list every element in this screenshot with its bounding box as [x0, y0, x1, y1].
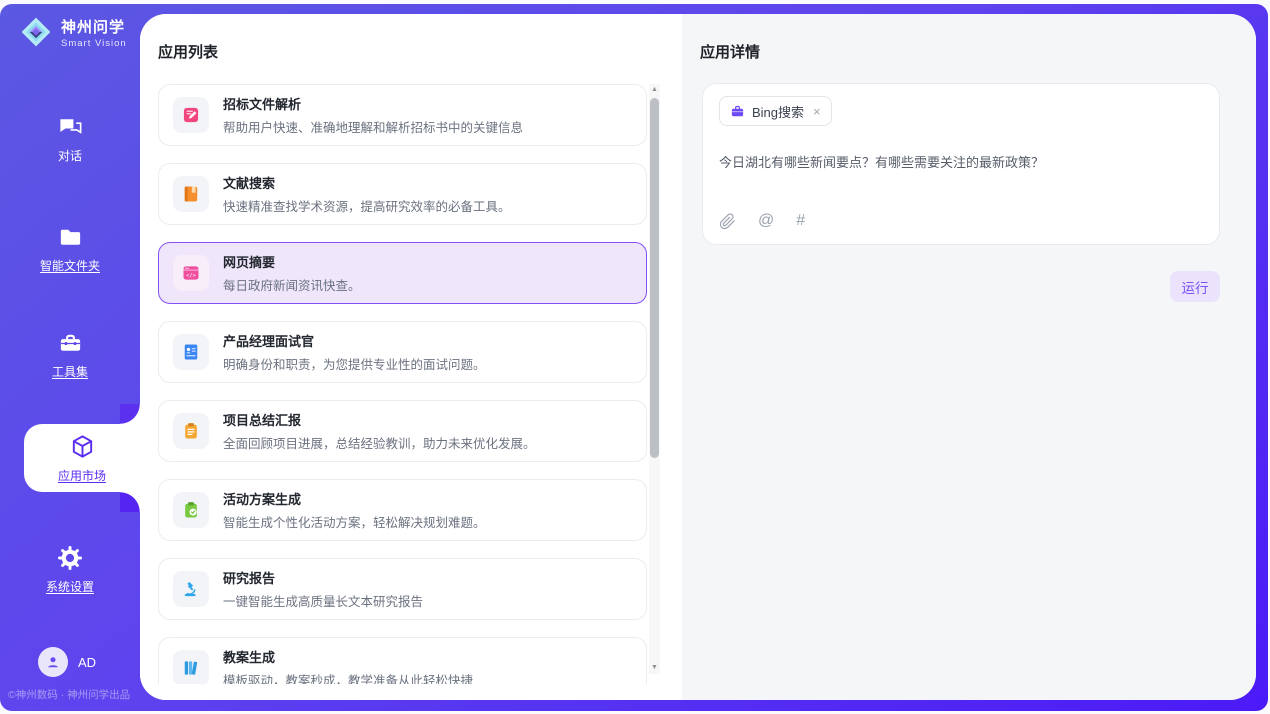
app-item-lesson-plan[interactable]: 教案生成 模板驱动，教案秒成，教学准备从此轻松快捷 — [158, 637, 647, 684]
app-name: 网页摘要 — [223, 252, 361, 271]
sidebar-item-label: 工具集 — [52, 363, 88, 380]
app-desc: 模板驱动，教案秒成，教学准备从此轻松快捷 — [223, 670, 473, 684]
brand-name: 神州问学 — [61, 16, 127, 37]
app-desc: 快速精准查找学术资源，提高研究效率的必备工具。 — [223, 196, 511, 215]
sidebar-item-label: 应用市场 — [58, 467, 106, 484]
book-icon — [173, 176, 209, 212]
app-desc: 智能生成个性化活动方案，轻松解决规划难题。 — [223, 512, 486, 531]
run-button[interactable]: 运行 — [1170, 271, 1220, 302]
prompt-toolbar: @ # — [719, 212, 1203, 232]
app-desc: 帮助用户快速、准确地理解和解析招标书中的关键信息 — [223, 117, 523, 136]
briefcase-icon — [730, 104, 745, 119]
user-account[interactable]: AD — [38, 647, 96, 677]
app-name: 活动方案生成 — [223, 489, 486, 508]
app-detail-title: 应用详情 — [700, 41, 760, 62]
scroll-up-arrow[interactable]: ▲ — [649, 84, 660, 96]
chip-close-icon[interactable]: × — [813, 104, 821, 119]
app-item-bid-doc-parse[interactable]: 招标文件解析 帮助用户快速、准确地理解和解析招标书中的关键信息 — [158, 84, 647, 146]
sidebar-item-chat[interactable]: 对话 — [0, 114, 140, 165]
gear-icon — [0, 544, 140, 572]
app-detail-panel: 应用详情 Bing搜索 × 今日湖北有哪些新闻要点？有哪些需要关注的最新政策？ — [682, 14, 1256, 700]
app-item-event-plan[interactable]: 活动方案生成 智能生成个性化活动方案，轻松解决规划难题。 — [158, 479, 647, 541]
sidebar-item-label: 智能文件夹 — [40, 257, 100, 274]
list-scrollbar[interactable]: ▲ ▼ — [649, 84, 660, 674]
scroll-thumb[interactable] — [650, 98, 659, 458]
sidebar: 神州问学 Smart Vision 对话 智能文件夹 — [0, 4, 140, 711]
app-item-pm-interviewer[interactable]: 产品经理面试官 明确身份和职责，为您提供专业性的面试问题。 — [158, 321, 647, 383]
sidebar-item-smart-folder[interactable]: 智能文件夹 — [0, 224, 140, 275]
sidebar-item-settings[interactable]: 系统设置 — [0, 544, 140, 596]
microscope-icon — [173, 571, 209, 607]
clipboard-check-icon — [173, 492, 209, 528]
folder-icon — [0, 224, 140, 251]
hash-icon[interactable]: # — [796, 212, 805, 230]
bubble-notch-top — [120, 404, 140, 424]
app-name: 项目总结汇报 — [223, 410, 536, 429]
app-name: 研究报告 — [223, 568, 423, 587]
app-item-web-summary[interactable]: </> 网页摘要 每日政府新闻资讯快查。 — [158, 242, 647, 304]
app-desc: 全面回顾项目进展，总结经验教训，助力未来优化发展。 — [223, 433, 536, 452]
sidebar-item-app-market[interactable]: 应用市场 — [24, 424, 140, 492]
person-icon — [44, 653, 62, 671]
app-name: 教案生成 — [223, 647, 473, 666]
app-item-literature-search[interactable]: 文献搜索 快速精准查找学术资源，提高研究效率的必备工具。 — [158, 163, 647, 225]
sidebar-footer: ©神州数码 · 神州问学出品 — [8, 687, 140, 702]
scroll-down-arrow[interactable]: ▼ — [649, 662, 660, 674]
toolbox-icon — [0, 330, 140, 357]
paperclip-icon[interactable] — [719, 213, 736, 230]
sidebar-item-toolset[interactable]: 工具集 — [0, 330, 140, 381]
app-desc: 一键智能生成高质量长文本研究报告 — [223, 591, 423, 610]
doc-edit-icon — [173, 97, 209, 133]
books-icon — [173, 650, 209, 684]
app-list: 招标文件解析 帮助用户快速、准确地理解和解析招标书中的关键信息 文献搜索 — [158, 84, 647, 684]
app-list-panel: 应用列表 招标文件解析 帮助用户快速、准确地理解和解析招标书中的关键信息 — [140, 14, 682, 700]
clipboard-icon — [173, 413, 209, 449]
app-name: 文献搜索 — [223, 173, 511, 192]
bubble-notch-bottom — [120, 492, 140, 512]
tool-chip-label: Bing搜索 — [752, 102, 804, 121]
user-name: AD — [78, 655, 96, 670]
app-item-project-summary[interactable]: 项目总结汇报 全面回顾项目进展，总结经验教训，助力未来优化发展。 — [158, 400, 647, 462]
main-content: 应用列表 招标文件解析 帮助用户快速、准确地理解和解析招标书中的关键信息 — [140, 14, 1256, 700]
prompt-input[interactable]: 今日湖北有哪些新闻要点？有哪些需要关注的最新政策？ — [719, 152, 1203, 171]
resume-icon — [173, 334, 209, 370]
app-desc: 每日政府新闻资讯快查。 — [223, 275, 361, 294]
avatar — [38, 647, 68, 677]
app-name: 产品经理面试官 — [223, 331, 486, 350]
mention-icon[interactable]: @ — [758, 212, 774, 230]
sidebar-item-label: 系统设置 — [46, 578, 94, 595]
brand-subtitle: Smart Vision — [61, 38, 127, 49]
browser-code-icon: </> — [173, 255, 209, 291]
sidebar-item-label: 对话 — [58, 147, 82, 164]
cube-icon — [24, 433, 140, 465]
tool-chip-bing-search[interactable]: Bing搜索 × — [719, 96, 832, 126]
prompt-card: Bing搜索 × 今日湖北有哪些新闻要点？有哪些需要关注的最新政策？ @ # — [702, 83, 1220, 245]
app-frame: 神州问学 Smart Vision 对话 智能文件夹 — [0, 4, 1268, 711]
app-item-research-report[interactable]: 研究报告 一键智能生成高质量长文本研究报告 — [158, 558, 647, 620]
brand-logo: 神州问学 Smart Vision — [18, 14, 127, 50]
chat-icon — [0, 114, 140, 141]
app-list-title: 应用列表 — [158, 41, 218, 62]
diamond-logo-icon — [18, 14, 54, 50]
app-name: 招标文件解析 — [223, 94, 523, 113]
app-desc: 明确身份和职责，为您提供专业性的面试问题。 — [223, 354, 486, 373]
svg-text:</>: </> — [186, 273, 197, 279]
